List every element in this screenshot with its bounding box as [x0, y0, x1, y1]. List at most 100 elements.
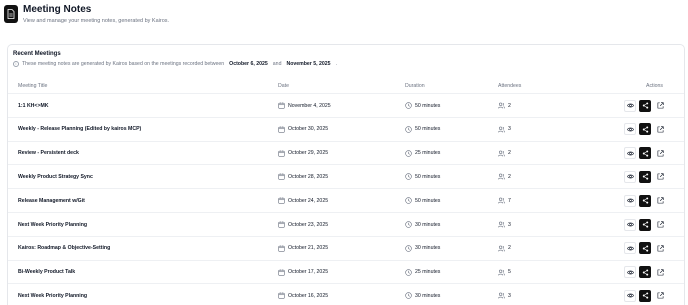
view-button[interactable] [624, 266, 636, 279]
meeting-attendees-count: 2 [508, 150, 511, 157]
calendar-icon [278, 149, 285, 157]
open-external-button[interactable] [654, 99, 666, 112]
table-row[interactable]: Review - Persistent deck October 29, 202… [8, 140, 684, 165]
clock-icon [405, 292, 412, 300]
recent-meetings-card: Recent Meetings i These meeting notes ar… [7, 44, 685, 305]
column-header-attendees: Attendees [498, 83, 522, 89]
external-link-icon [657, 221, 664, 228]
share-icon [642, 292, 648, 299]
meeting-attendees: 2 [498, 165, 511, 188]
meeting-duration: 25 minutes [405, 261, 440, 284]
meeting-date: November 4, 2025 [278, 94, 331, 117]
share-icon [642, 197, 648, 204]
open-external-button[interactable] [654, 289, 666, 302]
meeting-attendees: 3 [498, 213, 511, 236]
meeting-title[interactable]: Next Week Priority Planning [18, 213, 87, 236]
users-icon [498, 197, 505, 204]
meeting-title[interactable]: 1:1 KH<>MK [18, 94, 49, 117]
row-actions [624, 142, 669, 165]
table-row[interactable]: Next Week Priority Planning October 23, … [8, 212, 684, 236]
table-row[interactable]: Weekly Product Strategy Sync October 28,… [8, 164, 684, 188]
meeting-attendees-count: 2 [508, 173, 511, 180]
row-actions [624, 189, 669, 212]
share-button[interactable] [639, 266, 651, 279]
open-external-button[interactable] [654, 242, 666, 255]
meeting-title[interactable]: Weekly - Release Planning (Edited by kai… [18, 118, 141, 141]
users-icon [498, 102, 505, 109]
eye-icon [626, 151, 634, 155]
meeting-title[interactable]: Bi-Weekly Product Talk [18, 261, 75, 284]
external-link-icon [657, 197, 664, 204]
view-button[interactable] [624, 170, 636, 183]
table-row[interactable]: Next Week Priority Planning October 16, … [8, 283, 684, 305]
clock-icon [405, 173, 412, 181]
meeting-attendees: 5 [498, 261, 511, 284]
clock-icon [405, 102, 412, 109]
open-external-button[interactable] [654, 170, 666, 183]
eye-icon [626, 270, 634, 274]
table-row[interactable]: Kairos: Roadmap & Objective-Setting Octo… [8, 235, 684, 260]
open-external-button[interactable] [654, 266, 666, 279]
meeting-attendees: 2 [498, 142, 511, 165]
share-button[interactable] [639, 170, 651, 183]
eye-icon [626, 175, 634, 179]
share-button[interactable] [639, 194, 651, 207]
table-row[interactable]: Bi-Weekly Product Talk October 17, 2025 … [8, 259, 684, 284]
meeting-attendees: 7 [498, 189, 511, 212]
meeting-duration: 50 minutes [405, 118, 440, 141]
share-button[interactable] [639, 123, 651, 136]
card-description: i These meeting notes are generated by K… [13, 61, 337, 67]
share-button[interactable] [639, 218, 651, 231]
share-button[interactable] [639, 289, 651, 302]
users-icon [498, 174, 505, 180]
users-icon [498, 269, 505, 276]
meeting-date-text: October 24, 2025 [288, 197, 329, 204]
open-external-button[interactable] [654, 147, 666, 160]
meeting-attendees-count: 7 [508, 197, 511, 204]
row-actions [624, 213, 669, 236]
view-button[interactable] [624, 123, 636, 136]
meeting-title[interactable]: Next Week Priority Planning [18, 284, 87, 305]
share-button[interactable] [639, 242, 651, 255]
meeting-attendees-count: 3 [508, 292, 511, 299]
column-header-duration: Duration [405, 83, 425, 89]
view-button[interactable] [624, 147, 636, 160]
meeting-title[interactable]: Release Management w/Git [18, 189, 85, 212]
meeting-attendees-count: 3 [508, 221, 511, 228]
share-button[interactable] [639, 147, 651, 160]
date-from: October 6, 2025 [229, 61, 268, 67]
meeting-duration-text: 50 minutes [415, 102, 441, 109]
view-button[interactable] [624, 194, 636, 207]
eye-icon [626, 198, 634, 203]
meeting-duration-text: 50 minutes [415, 126, 441, 133]
users-icon [498, 293, 505, 299]
clock-icon [405, 197, 412, 204]
view-button[interactable] [624, 218, 636, 231]
desc-prefix: These meeting notes are generated by Kai… [22, 61, 225, 67]
table-row[interactable]: Release Management w/Git October 24, 202… [8, 188, 684, 212]
meeting-date: October 16, 2025 [278, 284, 328, 305]
share-button[interactable] [639, 99, 651, 112]
open-external-button[interactable] [654, 123, 666, 136]
external-link-icon [657, 245, 664, 252]
meeting-date: October 24, 2025 [278, 189, 328, 212]
meeting-title[interactable]: Kairos: Roadmap & Objective-Setting [18, 237, 110, 260]
meeting-duration-text: 30 minutes [415, 221, 441, 228]
view-button[interactable] [624, 242, 636, 255]
meeting-attendees: 2 [498, 237, 511, 260]
clock-icon [405, 245, 412, 252]
open-external-button[interactable] [654, 194, 666, 207]
open-external-button[interactable] [654, 218, 666, 231]
meeting-attendees: 3 [498, 118, 511, 141]
row-actions [624, 237, 669, 260]
meeting-title[interactable]: Weekly Product Strategy Sync [18, 165, 93, 188]
date-to: November 5, 2025 [286, 61, 331, 67]
table-row[interactable]: Weekly - Release Planning (Edited by kai… [8, 116, 684, 141]
meeting-attendees-count: 2 [508, 245, 511, 252]
meeting-title[interactable]: Review - Persistent deck [18, 142, 79, 165]
view-button[interactable] [624, 289, 636, 302]
table-row[interactable]: 1:1 KH<>MK November 4, 2025 50 minutes 2 [8, 93, 684, 117]
users-icon [498, 245, 505, 252]
view-button[interactable] [624, 99, 636, 112]
meeting-duration: 30 minutes [405, 213, 440, 236]
